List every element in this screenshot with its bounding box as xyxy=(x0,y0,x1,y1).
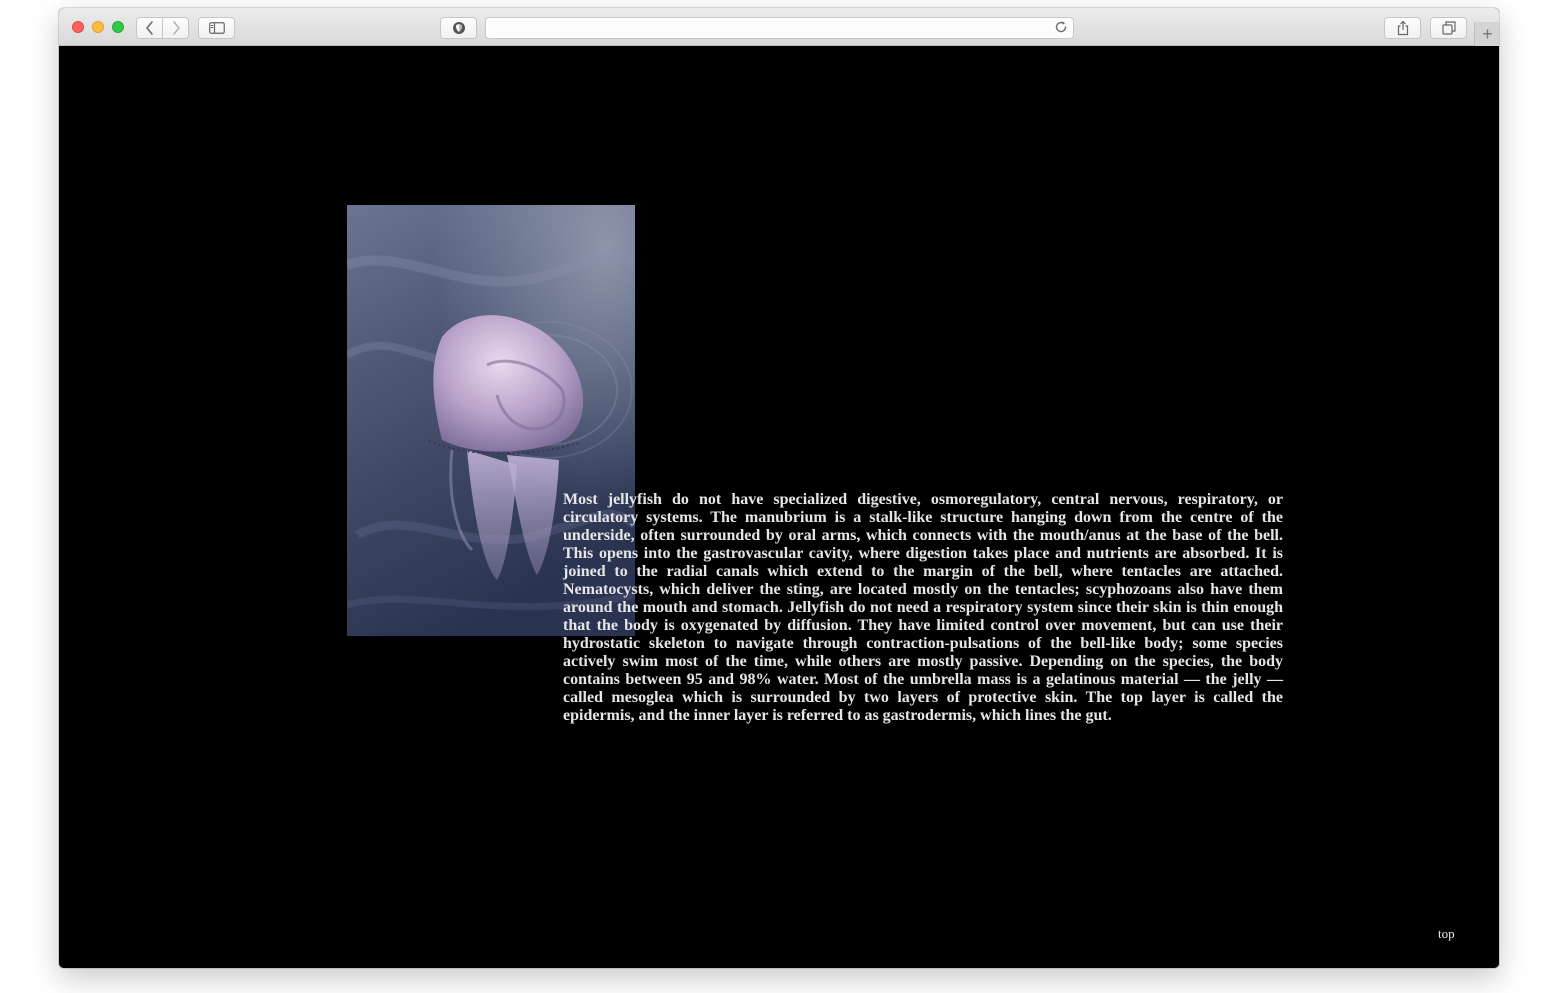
share-button[interactable] xyxy=(1384,17,1421,39)
browser-toolbar: + xyxy=(59,8,1499,46)
zoom-window-button[interactable] xyxy=(112,21,124,33)
back-to-top-link[interactable]: top xyxy=(1438,926,1455,942)
browser-window: + Most jellyfish do not have specialized… xyxy=(59,8,1499,968)
sidebar-button[interactable] xyxy=(198,17,235,39)
show-tabs-button[interactable] xyxy=(1430,17,1467,39)
close-window-button[interactable] xyxy=(72,21,84,33)
share-icon xyxy=(1397,20,1408,36)
back-button[interactable] xyxy=(136,17,163,39)
tabs-icon xyxy=(1441,21,1456,35)
page-content: Most jellyfish do not have specialized d… xyxy=(59,47,1499,968)
chevron-right-icon xyxy=(172,21,180,35)
privacy-button[interactable] xyxy=(440,17,477,39)
address-bar[interactable] xyxy=(485,17,1074,39)
reload-icon xyxy=(1055,21,1067,33)
plus-icon: + xyxy=(1482,24,1493,44)
article-text: Most jellyfish do not have specialized d… xyxy=(563,491,1283,724)
reload-button[interactable] xyxy=(1054,20,1068,39)
chevron-left-icon xyxy=(145,21,153,35)
forward-button[interactable] xyxy=(162,17,189,39)
new-tab-button[interactable]: + xyxy=(1474,22,1499,46)
sidebar-icon xyxy=(208,22,225,34)
privacy-shield-icon xyxy=(452,22,465,34)
minimize-window-button[interactable] xyxy=(92,21,104,33)
